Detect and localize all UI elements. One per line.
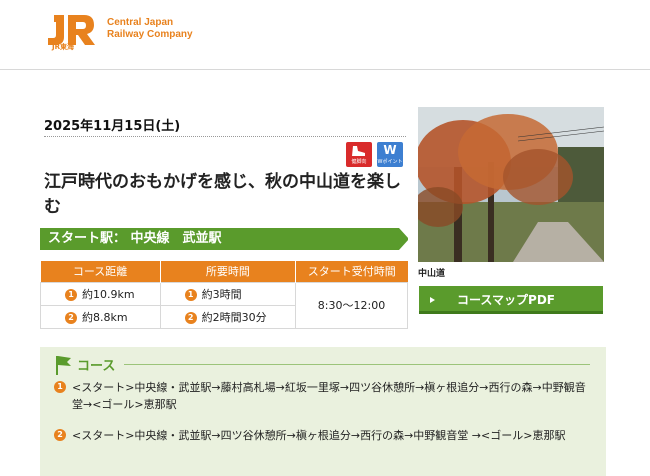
duration-value: 約3時間 <box>201 287 242 301</box>
distance-cell: 1 約10.9km <box>40 281 161 306</box>
reception-time: 8:30〜12:00 <box>295 281 408 329</box>
walking-shoe-icon <box>352 146 365 156</box>
number-2-icon: 2 <box>54 429 66 441</box>
arrow-right-icon <box>430 297 435 303</box>
number-1-icon: 1 <box>54 381 66 393</box>
course-map-pdf-button[interactable]: コースマップPDF <box>419 286 603 314</box>
distance-cell: 2 約8.8km <box>40 304 161 329</box>
table-row: 1 約10.9km 1 約3時間 8:30〜12:00 <box>40 281 408 329</box>
duration-value: 約2時間30分 <box>201 310 267 324</box>
date-divider <box>44 136 406 137</box>
course-info-table: コース距離 所要時間 スタート受付時間 1 約10.9km 1 約3時間 8:30〜… <box>40 261 408 329</box>
badge-w-point: W Wポイント <box>377 142 403 167</box>
duration-cell: 2 約2時間30分 <box>159 304 297 329</box>
duration-cell: 1 約3時間 <box>159 281 297 306</box>
company-name-line1: Central Japan <box>107 17 174 28</box>
start-station-bar: スタート駅： 中央線 武並駅 <box>40 228 409 250</box>
number-2-icon: 2 <box>184 311 197 324</box>
badge-w-point-label: Wポイント <box>377 159 403 165</box>
event-date: 2025年11月15日(土) <box>44 119 181 134</box>
company-name: Central Japan Railway Company <box>107 17 193 41</box>
event-title: 江戸時代のおもかげを感じ、秋の中山道を楽しむ <box>44 172 401 217</box>
badge-strong-walker-label: 健脚向 <box>351 159 367 165</box>
number-2-icon: 2 <box>65 311 77 324</box>
number-1-icon: 1 <box>65 288 77 301</box>
company-name-line2: Railway Company <box>107 29 193 40</box>
flag-icon <box>56 356 71 375</box>
photo-caption: 中山道 <box>418 269 446 279</box>
course-heading-rule <box>124 364 590 365</box>
route-text: <スタート>中央線・武並駅→藤村高札場→紅坂一里塚→四ツ谷休憩所→槇ヶ根追分→西… <box>72 381 586 411</box>
distance-value: 約8.8km <box>82 310 128 324</box>
course-panel: コース 1 <スタート>中央線・武並駅→藤村高札場→紅坂一里塚→四ツ谷休憩所→槇… <box>40 347 606 476</box>
header-reception: スタート受付時間 <box>295 261 408 282</box>
course-photo <box>418 107 604 262</box>
header-duration: 所要時間 <box>160 261 297 282</box>
autumn-tree-image <box>418 107 604 262</box>
pdf-button-label: コースマップPDF <box>457 293 555 307</box>
number-1-icon: 1 <box>184 288 197 301</box>
header-distance: コース距離 <box>40 261 161 282</box>
distance-value: 約10.9km <box>82 287 135 301</box>
route-item: 2 <スタート>中央線・武並駅→四ツ谷休憩所→槇ヶ根追分→西行の森→中野観音堂 … <box>54 427 594 444</box>
badge-strong-walker: 健脚向 <box>346 142 372 167</box>
logo-subtext: JR東海 <box>52 43 74 51</box>
w-point-icon: W <box>383 143 397 157</box>
route-item: 1 <スタート>中央線・武並駅→藤村高札場→紅坂一里塚→四ツ谷休憩所→槇ヶ根追分… <box>54 379 594 413</box>
site-header: JR東海 Central Japan Railway Company <box>0 0 650 70</box>
route-text: <スタート>中央線・武並駅→四ツ谷休憩所→槇ヶ根追分→西行の森→中野観音堂 →<… <box>72 429 566 442</box>
course-heading: コース <box>77 359 116 374</box>
